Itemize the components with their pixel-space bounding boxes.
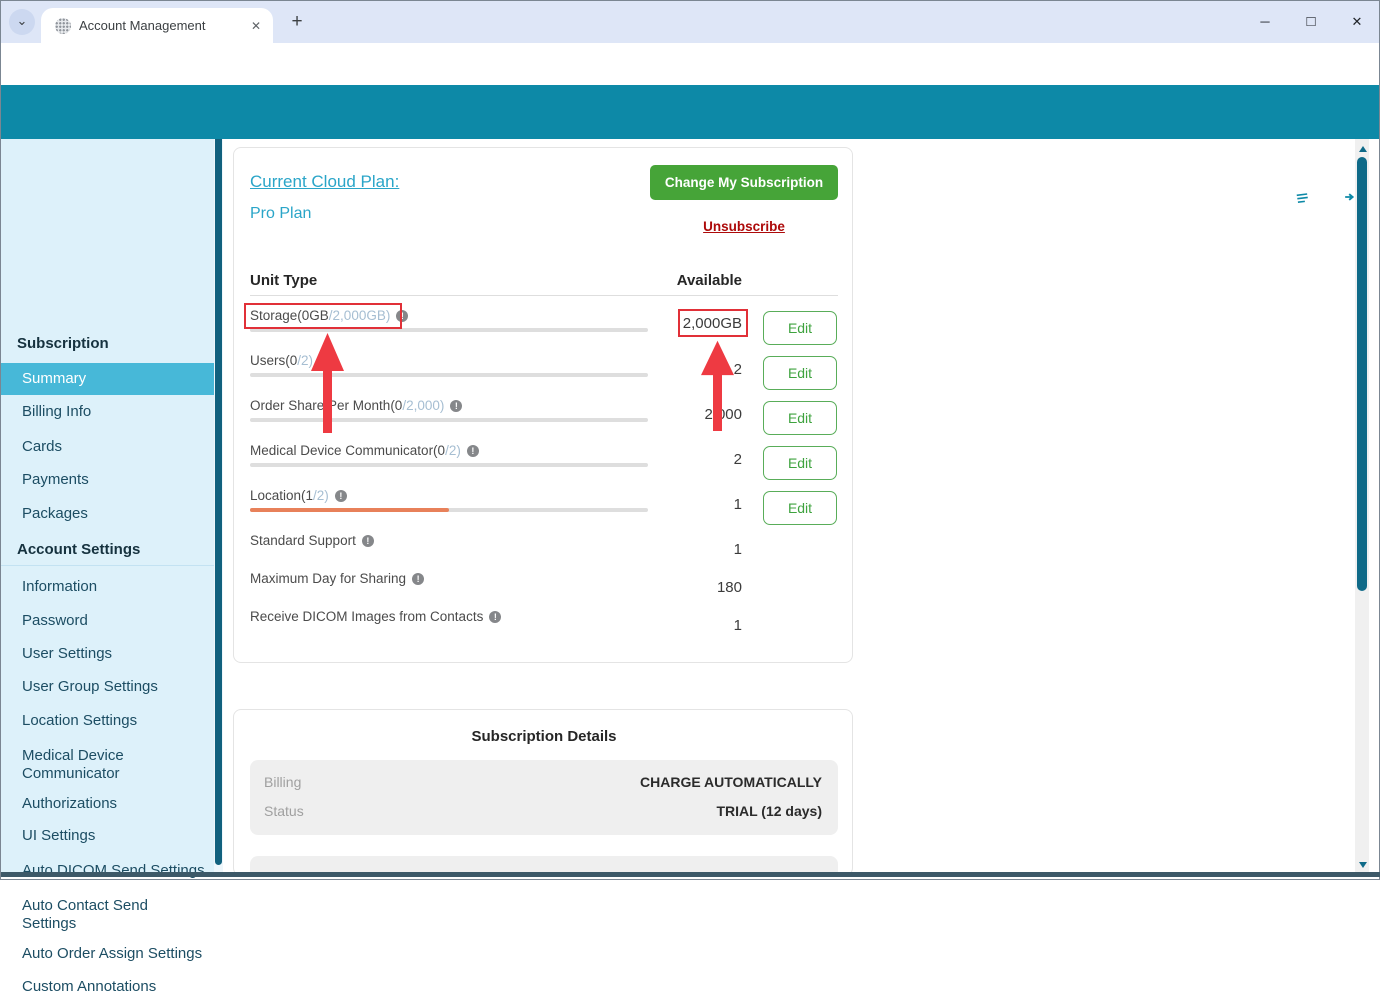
sidebar-item-cards[interactable]: Cards (22, 438, 207, 456)
browser-tab[interactable]: Account Management ✕ (41, 8, 273, 43)
table-header-divider (250, 295, 838, 296)
subscription-details-title: Subscription Details (471, 728, 617, 745)
order-share-edit-button[interactable]: Edit (763, 401, 837, 435)
sidebar-item-auto-order-assign-settings[interactable]: Auto Order Assign Settings (22, 945, 207, 963)
mdc-progress-bar (250, 463, 648, 467)
page-scrollbar-thumb[interactable] (1357, 157, 1367, 591)
sidebar-scrollbar-thumb[interactable] (215, 139, 222, 865)
app-header: postDICOM Summary (1, 85, 1379, 217)
info-icon[interactable]: ! (489, 611, 502, 623)
window-minimize-button[interactable]: ─ (1245, 7, 1285, 37)
tab-search-chevron-icon[interactable]: ⌄ (9, 9, 35, 35)
sidebar-item-auto-dicom-send-settings[interactable]: Auto DICOM Send Settings (22, 862, 207, 880)
info-icon[interactable]: ! (334, 490, 347, 502)
status-value: TRIAL (12 days) (716, 803, 822, 819)
plan-name: Pro Plan (250, 205, 312, 222)
available-column-header: Available (676, 272, 742, 289)
location-available-value: 1 (733, 496, 742, 513)
tab-close-icon[interactable]: ✕ (247, 17, 265, 35)
browser-toolbar: ← → ↻ germany.postdicom.com/AccountManag… (1, 43, 1379, 122)
sidebar-item-password[interactable]: Password (22, 612, 207, 630)
unsubscribe-link[interactable]: Unsubscribe (650, 219, 838, 234)
location-edit-button[interactable]: Edit (763, 491, 837, 525)
sidebar-item-payments[interactable]: Payments (22, 471, 207, 489)
change-subscription-button[interactable]: Change My Subscription (650, 165, 838, 200)
unit-row-receive-dicom-label: Receive DICOM Images from Contacts! (250, 609, 502, 627)
sidebar-item-label: Summary (22, 370, 87, 387)
info-icon[interactable]: ! (466, 445, 479, 457)
billing-label: Billing (264, 774, 302, 790)
mdc-edit-button[interactable]: Edit (763, 446, 837, 480)
info-icon[interactable]: ! (412, 573, 425, 585)
window-close-button[interactable]: ✕ (1337, 7, 1377, 37)
scrollbar-down-arrow-icon[interactable] (1359, 862, 1367, 868)
sidebar-item-authorizations[interactable]: Authorizations (22, 795, 207, 813)
location-progress-bar (250, 508, 648, 512)
annotation-arrow-storage-value (701, 340, 734, 431)
current-plan-heading: Current Cloud Plan: (250, 172, 400, 191)
unit-row-max-day-label: Maximum Day for Sharing! (250, 571, 425, 589)
sidebar-nav: Subscription Summary Billing Info Cards … (1, 139, 215, 995)
unit-row-order-share-label: Order Share Per Month(0/2,000)! (250, 398, 463, 416)
billing-value: CHARGE AUTOMATICALLY (640, 774, 822, 790)
sidebar-item-user-group-settings[interactable]: User Group Settings (22, 678, 207, 696)
tab-favicon-icon (55, 18, 71, 34)
browser-window: ⌄ Account Management ✕ + ─ □ ✕ ← → ↻ ger… (0, 0, 1380, 995)
unit-row-standard-support-label: Standard Support! (250, 533, 374, 551)
unit-row-mdc-label: Medical Device Communicator(0/2)! (250, 443, 479, 461)
info-icon[interactable]: ! (450, 400, 463, 412)
unit-row-location-label: Location(1/2)! (250, 488, 347, 506)
scrollbar-up-arrow-icon[interactable] (1359, 146, 1367, 152)
max-day-available-value: 180 (716, 579, 742, 596)
sidebar-item-billing-info[interactable]: Billing Info (22, 403, 207, 421)
status-label: Status (264, 803, 304, 819)
sidebar-section-subscription: Subscription (17, 335, 109, 352)
receive-dicom-available-value: 1 (733, 617, 742, 634)
packages-cards-icon[interactable] (1291, 183, 1321, 211)
sidebar-item-medical-device-communicator[interactable]: Medical Device Communicator (22, 747, 177, 783)
sidebar-item-custom-annotations[interactable]: Custom Annotations (22, 978, 207, 996)
window-maximize-button[interactable]: □ (1291, 7, 1331, 37)
standard-support-available-value: 1 (733, 541, 742, 558)
annotation-box-storage-value (678, 309, 748, 337)
users-edit-button[interactable]: Edit (763, 356, 837, 390)
tab-strip: ⌄ Account Management ✕ + ─ □ ✕ (1, 1, 1379, 43)
location-progress-fill (250, 508, 449, 512)
info-icon[interactable]: ! (361, 535, 374, 547)
sidebar-item-auto-contact-send-settings[interactable]: Auto Contact Send Settings (22, 897, 177, 933)
sidebar-item-summary[interactable]: Summary (1, 363, 215, 395)
sidebar-section-account-settings: Account Settings (17, 541, 141, 558)
unit-type-column-header: Unit Type (250, 272, 318, 289)
tab-title: Account Management (79, 18, 206, 33)
window-bottom-edge (1, 872, 1380, 877)
billing-status-box: Billing CHARGE AUTOMATICALLY Status TRIA… (250, 760, 838, 835)
new-tab-button[interactable]: + (285, 10, 309, 34)
sidebar-item-location-settings[interactable]: Location Settings (22, 712, 207, 730)
storage-edit-button[interactable]: Edit (763, 311, 837, 345)
annotation-arrow-storage-label (311, 333, 344, 433)
subscription-details-card: Subscription Details Billing CHARGE AUTO… (233, 709, 853, 876)
annotation-box-storage-label (244, 303, 402, 329)
sidebar-item-ui-settings[interactable]: UI Settings (22, 827, 207, 845)
mdc-available-value: 2 (733, 451, 742, 468)
sidebar-divider (1, 565, 215, 566)
sidebar-item-user-settings[interactable]: User Settings (22, 645, 207, 663)
sidebar-item-packages[interactable]: Packages (22, 505, 207, 523)
sidebar-item-information[interactable]: Information (22, 578, 207, 596)
